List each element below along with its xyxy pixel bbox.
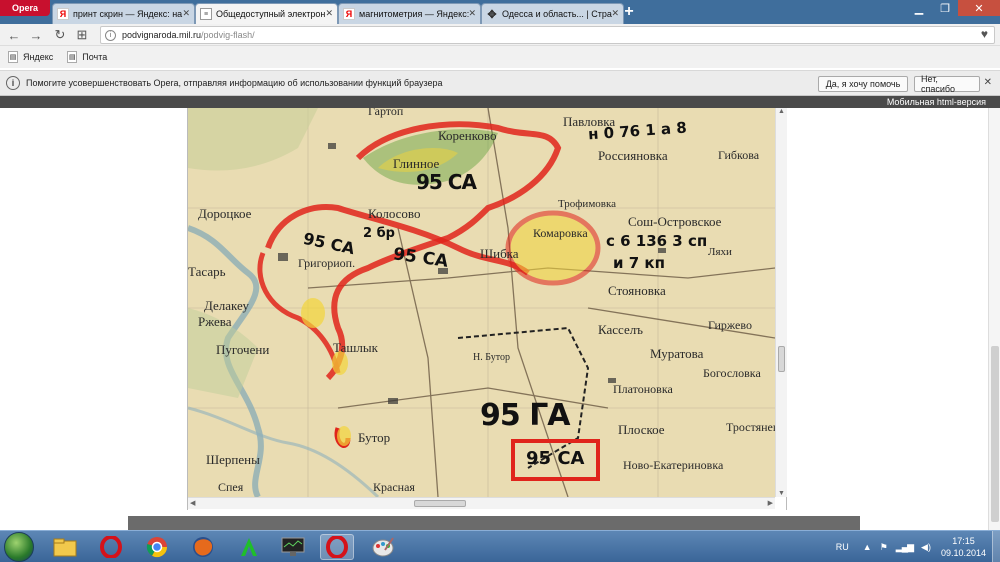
close-icon[interactable]: ✕ bbox=[468, 8, 476, 19]
info-message: Помогите усовершенствовать Opera, отправ… bbox=[26, 78, 443, 88]
site-header-bar: Мобильная html-версия bbox=[0, 96, 1000, 108]
tab-odessa[interactable]: ✥ Одесса и область... | Стра ✕ bbox=[481, 3, 624, 24]
bookmark-label: Яндекс bbox=[23, 52, 54, 62]
page-footer-bar bbox=[128, 516, 860, 530]
minimize-icon[interactable]: ▁ bbox=[906, 0, 932, 16]
move-icon: ✥ bbox=[487, 8, 497, 21]
yandex-icon: Я bbox=[57, 8, 69, 20]
paint-icon[interactable] bbox=[366, 534, 400, 560]
speed-dial-icon[interactable]: ⊞ bbox=[72, 26, 92, 44]
tab-title: магнитометрия — Яндекс: bbox=[359, 9, 470, 19]
show-desktop-button[interactable] bbox=[992, 531, 1000, 562]
scroll-right-icon[interactable]: ▶ bbox=[768, 499, 773, 507]
flag-icon[interactable]: ⚑ bbox=[880, 542, 888, 553]
close-icon[interactable]: ✕ bbox=[182, 8, 190, 19]
bookmark-label: Почта bbox=[82, 52, 108, 62]
tab-podvig[interactable]: ≡ Общедоступный электрон ✕ bbox=[195, 3, 338, 24]
scroll-down-icon[interactable]: ▼ bbox=[778, 490, 785, 497]
volume-icon[interactable]: ◀) bbox=[921, 542, 931, 553]
firefox-icon[interactable] bbox=[186, 534, 220, 560]
tab-title: Одесса и область... | Стра bbox=[502, 9, 612, 19]
accept-help-button[interactable]: Да, я хочу помочь bbox=[818, 76, 908, 92]
map-vertical-scrollbar[interactable]: ▲ ▼ bbox=[775, 108, 787, 497]
close-icon[interactable]: ✕ bbox=[984, 77, 992, 88]
url-host: podvignaroda.mil.ru bbox=[122, 30, 202, 40]
heart-icon[interactable]: ♥ bbox=[981, 27, 988, 41]
chrome-icon[interactable] bbox=[140, 534, 174, 560]
address-bar: ← → ↻ ⊞ i podvignaroda.mil.ru /podvig-fl… bbox=[0, 24, 1000, 46]
yandex-icon: Я bbox=[343, 8, 355, 20]
forward-icon[interactable]: → bbox=[26, 26, 46, 44]
map-horizontal-scroll-thumb[interactable] bbox=[414, 500, 466, 507]
page-scroll-thumb[interactable] bbox=[991, 346, 999, 522]
map-svg bbox=[188, 108, 775, 497]
tab-print-screen[interactable]: Я принт скрин — Яндекс: на ✕ bbox=[52, 3, 195, 24]
tray-expand-icon[interactable]: ▲ bbox=[863, 542, 872, 552]
info-bar: i Помогите усовершенствовать Opera, отпр… bbox=[0, 70, 1000, 96]
signal-icon[interactable]: ▂▄▆ bbox=[896, 542, 914, 553]
clock[interactable]: 17:15 09.10.2014 bbox=[941, 535, 986, 559]
map-image[interactable]: Гартоп Павловка Коренково Глинное Россия… bbox=[188, 108, 775, 497]
map-viewer: Гартоп Павловка Коренково Глинное Россия… bbox=[187, 108, 787, 510]
scroll-up-icon[interactable]: ▲ bbox=[778, 108, 785, 115]
clock-date: 09.10.2014 bbox=[940, 548, 986, 558]
opera-icon[interactable] bbox=[320, 534, 354, 560]
explorer-icon[interactable] bbox=[48, 534, 82, 560]
tab-title: принт скрин — Яндекс: на bbox=[73, 9, 183, 19]
start-button[interactable] bbox=[4, 532, 34, 562]
reload-icon[interactable]: ↻ bbox=[50, 26, 70, 44]
taskbar: RU ▲ ⚑ ▂▄▆ ◀) 17:15 09.10.2014 bbox=[0, 530, 1000, 562]
tab-strip: Opera Я принт скрин — Яндекс: на ✕ ≡ Общ… bbox=[0, 0, 1000, 24]
close-icon[interactable]: ✕ bbox=[611, 8, 619, 19]
url-path: /podvig-flash/ bbox=[201, 30, 255, 40]
opera-icon[interactable] bbox=[94, 534, 128, 560]
system-tray: RU ▲ ⚑ ▂▄▆ ◀) 17:15 09.10.2014 bbox=[836, 533, 986, 561]
map-horizontal-scrollbar[interactable]: ◀ ▶ bbox=[188, 497, 775, 509]
monitor-icon[interactable] bbox=[276, 534, 310, 560]
window-close-icon[interactable]: ✕ bbox=[958, 0, 1000, 16]
back-icon[interactable]: ← bbox=[4, 26, 24, 44]
bookmark-yandex[interactable]: ▤ Яндекс bbox=[8, 51, 53, 63]
bookmark-page-icon: ▤ bbox=[67, 51, 78, 63]
url-field[interactable]: i podvignaroda.mil.ru /podvig-flash/ ♥ bbox=[100, 26, 995, 44]
scroll-left-icon[interactable]: ◀ bbox=[190, 499, 195, 507]
bookmark-page-icon: ▤ bbox=[8, 51, 18, 63]
close-icon[interactable]: ✕ bbox=[325, 8, 333, 19]
page-scrollbar[interactable] bbox=[988, 108, 1000, 530]
map-vertical-scroll-thumb[interactable] bbox=[778, 346, 785, 372]
mobile-version-link[interactable]: Мобильная html-версия bbox=[887, 97, 986, 107]
clock-time: 17:15 bbox=[952, 536, 975, 546]
new-tab-button[interactable]: + bbox=[620, 3, 638, 21]
info-icon: i bbox=[6, 76, 20, 90]
page-content: Гартоп Павловка Коренково Глинное Россия… bbox=[0, 108, 1000, 530]
bookmarks-bar: ▤ Яндекс ▤ Почта bbox=[0, 46, 1000, 68]
opera-menu-button[interactable]: Opera bbox=[0, 0, 50, 16]
language-indicator[interactable]: RU bbox=[836, 542, 849, 552]
bookmark-mail[interactable]: ▤ Почта bbox=[67, 51, 107, 63]
green-a-icon[interactable] bbox=[232, 534, 266, 560]
site-info-icon[interactable]: i bbox=[105, 29, 116, 41]
maximize-icon[interactable]: ❐ bbox=[932, 0, 958, 16]
tab-title: Общедоступный электрон bbox=[216, 9, 326, 19]
document-icon: ≡ bbox=[200, 8, 212, 20]
decline-button[interactable]: Нет, спасибо bbox=[914, 74, 980, 94]
tab-magnetometry[interactable]: Я магнитометрия — Яндекс: ✕ bbox=[338, 3, 481, 24]
